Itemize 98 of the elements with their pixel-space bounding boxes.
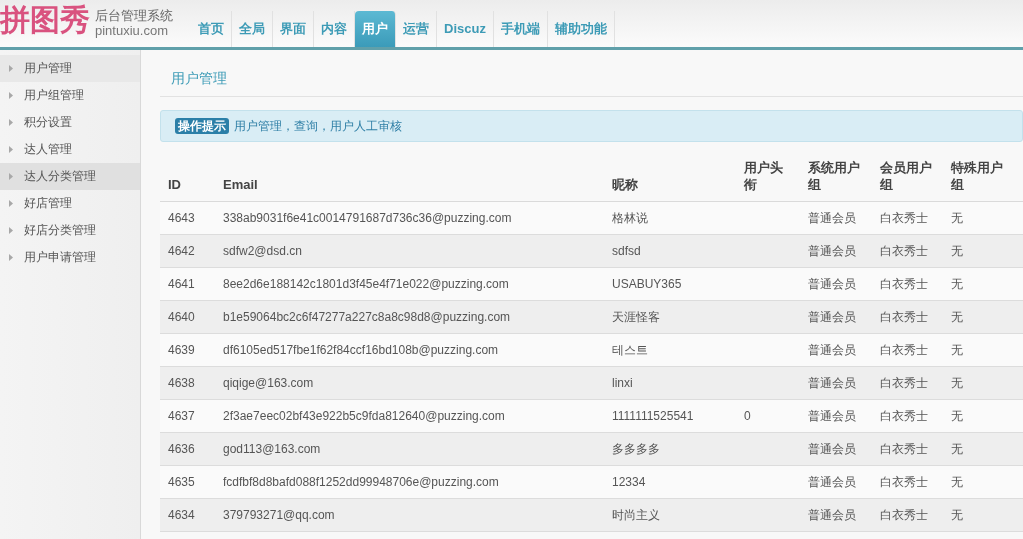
nav-tab[interactable]: 界面 [273,11,314,47]
caret-right-icon [9,65,13,72]
sidebar-item[interactable]: 用户管理 [0,55,140,82]
sidebar-item[interactable]: 积分设置 [0,109,140,136]
table-cell: 天涯怪客 [604,300,736,334]
table-cell: 12334 [604,465,736,499]
sidebar-item[interactable]: 好店管理 [0,190,140,217]
table-cell: 4634 [160,498,215,532]
table-cell: 白衣秀士 [872,465,943,499]
table-cell: 379793271@qq.com [215,498,604,532]
nav-tab[interactable]: 手机端 [493,11,548,47]
nav-tab[interactable]: 辅助功能 [547,11,615,47]
table-cell: 白衣秀士 [872,432,943,466]
table-cell: 普通会员 [800,432,872,466]
table-cell: 时尚主义 [604,498,736,532]
sidebar-item[interactable]: 用户组管理 [0,82,140,109]
table-cell: 无 [943,465,1013,499]
table-cell: 普通会员 [800,234,872,268]
table-cell: 4635 [160,465,215,499]
table-cell: 普通会员 [800,333,872,367]
table-cell: sdfsd [604,234,736,268]
table-cell: 4640 [160,300,215,334]
table-cell: 8ee2d6e188142c1801d3f45e4f71e022@puzzing.com [215,267,604,301]
caret-right-icon [9,173,13,180]
table-cell: 白衣秀士 [872,201,943,235]
tip-badge: 操作提示 [175,118,229,134]
table-cell: 4641 [160,267,215,301]
table-cell: 无 [943,399,1013,433]
column-header: ID [160,152,215,202]
sidebar-item[interactable]: 用户申请管理 [0,244,140,271]
table-cell: 无 [943,234,1013,268]
logo-domain: pintuxiu.com [95,24,168,37]
table-cell: 2f3ae7eec02bf43e922b5c9fda812640@puzzing.com [215,399,604,433]
nav-tab[interactable]: 全局 [232,11,273,47]
table-cell: fcdfbf8d8bafd088f1252dd99948706e@puzzing.com [215,465,604,499]
table-cell: 白衣秀士 [872,234,943,268]
table-cell: 普通会员 [800,399,872,433]
nav-tab[interactable]: 首页 [191,11,232,47]
table-cell: 4642 [160,234,215,268]
sidebar-item[interactable]: 达人分类管理 [0,163,140,190]
table-cell: 白衣秀士 [872,300,943,334]
table-cell: qiqige@163.com [215,366,604,400]
caret-right-icon [9,227,13,234]
table-cell: 1111111525541 [604,399,736,433]
nav-tab[interactable]: Discuz [437,11,494,47]
table-cell: 无 [943,300,1013,334]
table-cell: 0 [736,399,800,433]
table-cell: 格林说 [604,201,736,235]
table-cell: sdfw2@dsd.cn [215,234,604,268]
table-cell: 普通会员 [800,465,872,499]
table-cell: 普通会员 [800,201,872,235]
caret-right-icon [9,92,13,99]
column-header: 昵称 [604,152,736,202]
table-cell: 4637 [160,399,215,433]
logo-text: 拼图秀 [0,3,90,37]
caret-right-icon [9,200,13,207]
table-cell: linxi [604,366,736,400]
table-cell: 无 [943,201,1013,235]
column-header: 系统用户组 [800,152,872,202]
nav-tab[interactable]: 用户 [355,11,396,47]
logo-subtitle: 后台管理系统 [95,8,173,24]
sidebar-item[interactable]: 好店分类管理 [0,217,140,244]
page-title: 用户管理 [171,70,227,87]
table-cell: df6105ed517fbe1f62f84ccf16bd108b@puzzing.com [215,333,604,367]
table-cell: 338ab9031f6e41c0014791687d736c36@puzzing.com [215,201,604,235]
table-cell: god113@163.com [215,432,604,466]
table-cell: 普通会员 [800,267,872,301]
table-cell: 4639 [160,333,215,367]
table-cell: 多多多多 [604,432,736,466]
tip-text: 用户管理，查询，用户人工审核 [234,117,402,135]
column-header: 会员用户组 [872,152,943,202]
table-cell: 테스트 [604,333,736,367]
table-cell: 白衣秀士 [872,498,943,532]
table-cell: 白衣秀士 [872,399,943,433]
table-cell: 白衣秀士 [872,366,943,400]
column-header: 用户头衔 [736,152,800,202]
table-cell: 普通会员 [800,300,872,334]
table-cell: b1e59064bc2c6f47277a227c8a8c98d8@puzzing.com [215,300,604,334]
table-cell: 无 [943,267,1013,301]
table-cell: 4643 [160,201,215,235]
table-cell: 普通会员 [800,498,872,532]
table-cell: 无 [943,432,1013,466]
column-header: Email [215,152,604,202]
table-cell: 普通会员 [800,366,872,400]
nav-tab[interactable]: 运营 [396,11,437,47]
sidebar-item[interactable]: 达人管理 [0,136,140,163]
table-cell: 4638 [160,366,215,400]
table-cell: 4636 [160,432,215,466]
caret-right-icon [9,146,13,153]
table-cell: 白衣秀士 [872,267,943,301]
table-cell: 无 [943,366,1013,400]
column-header: 特殊用户组 [943,152,1013,202]
table-cell: 无 [943,333,1013,367]
caret-right-icon [9,254,13,261]
table-cell: 白衣秀士 [872,333,943,367]
caret-right-icon [9,119,13,126]
table-cell: 无 [943,498,1013,532]
table-cell: USABUY365 [604,267,736,301]
